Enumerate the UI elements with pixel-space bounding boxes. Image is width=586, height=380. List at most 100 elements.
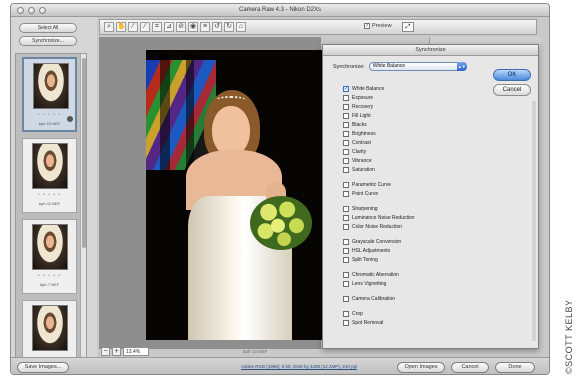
preview-toggle[interactable]: ✓ Preview [364, 23, 392, 29]
retouch-tool-icon[interactable]: ⊘ [176, 22, 186, 32]
preferences-icon[interactable]: ≡ [200, 22, 210, 32]
checkbox-luminance-noise-reduction[interactable]: Luminance Noise Reduction [343, 215, 415, 221]
checkbox-label: Camera Calibration [352, 296, 396, 302]
scrollbar-thumb[interactable] [82, 58, 86, 248]
checkbox-label: Crop [352, 311, 363, 317]
checkbox-clarity[interactable]: Clarity [343, 149, 366, 155]
zoom-window-icon[interactable] [39, 7, 46, 14]
checkbox[interactable] [343, 224, 349, 230]
checkbox-chromatic-aberration[interactable]: Chromatic Aberration [343, 272, 399, 278]
zoom-tool-icon[interactable]: ⌕ [104, 22, 114, 32]
checkbox[interactable] [343, 113, 349, 119]
checkbox[interactable] [343, 131, 349, 137]
rotate-left-icon[interactable]: ↺ [212, 22, 222, 32]
checkbox[interactable]: ✓ [343, 86, 349, 92]
checkbox[interactable] [343, 248, 349, 254]
checkbox[interactable] [343, 182, 349, 188]
cancel-button[interactable]: Cancel [451, 362, 489, 373]
checkbox-lens-vignetting[interactable]: Lens Vignetting [343, 281, 386, 287]
checkbox-spot-removal[interactable]: Spot Removal [343, 320, 383, 326]
checkbox-label: Parametric Curve [352, 182, 391, 188]
minimize-window-icon[interactable] [28, 7, 35, 14]
checkbox[interactable] [343, 167, 349, 173]
preview-checkbox[interactable]: ✓ [364, 23, 370, 29]
zoom-out-button[interactable]: − [101, 347, 110, 356]
tool-bar: ⌕ ✋ ⁄ ⁄ ⌗ ⊿ ⊘ ◉ ≡ ↺ ↻ ⌂ ✓ Preview ⤢ [99, 19, 537, 35]
checkbox-crop[interactable]: Crop [343, 311, 363, 317]
checkbox[interactable] [343, 104, 349, 110]
checkbox-parametric-curve[interactable]: Parametric Curve [343, 182, 391, 188]
checkbox-color-noise-reduction[interactable]: Color Noise Reduction [343, 224, 402, 230]
checkbox-white-balance[interactable]: ✓ White Balance [343, 86, 384, 92]
color-sampler-tool-icon[interactable]: ⁄ [140, 22, 150, 32]
checkbox-sharpening[interactable]: Sharpening [343, 206, 378, 212]
open-images-button[interactable]: Open Images [397, 362, 445, 373]
close-window-icon[interactable] [17, 7, 24, 14]
checkbox-point-curve[interactable]: Point Curve [343, 191, 378, 197]
zoom-in-button[interactable]: + [112, 347, 121, 356]
checkbox-grayscale-conversion[interactable]: Grayscale Conversion [343, 239, 401, 245]
window-controls [17, 7, 46, 14]
checkbox-camera-calibration[interactable]: Camera Calibration [343, 296, 395, 302]
checkbox[interactable] [343, 257, 349, 263]
red-eye-tool-icon[interactable]: ◉ [188, 22, 198, 32]
checkbox-contrast[interactable]: Contrast [343, 140, 371, 146]
thumbnail-image [32, 224, 68, 270]
done-button[interactable]: Done [495, 362, 535, 373]
checkbox[interactable] [343, 311, 349, 317]
checkbox-split-toning[interactable]: Split Toning [343, 257, 378, 263]
checkbox[interactable] [343, 272, 349, 278]
ok-button[interactable]: OK [493, 69, 531, 81]
checkbox-label: Point Curve [352, 191, 379, 197]
checkbox-hsl-adjustments[interactable]: HSL Adjustments [343, 248, 390, 254]
thumbnail[interactable]: • • • • • bph-7.NEF [22, 219, 77, 294]
save-images-button[interactable]: Save Images... [17, 362, 69, 373]
rating-stars[interactable]: • • • • • [23, 273, 76, 279]
checkbox[interactable] [343, 95, 349, 101]
trash-icon[interactable]: ⌂ [236, 22, 246, 32]
full-screen-icon[interactable]: ⤢ [402, 22, 414, 32]
straighten-tool-icon[interactable]: ⊿ [164, 22, 174, 32]
checkbox[interactable] [343, 191, 349, 197]
checkbox-recovery[interactable]: Recovery [343, 104, 373, 110]
checkbox-exposure[interactable]: Exposure [343, 95, 373, 101]
checkbox-label: Luminance Noise Reduction [352, 215, 415, 221]
checkbox[interactable] [343, 239, 349, 245]
checkbox[interactable] [343, 122, 349, 128]
synchronize-preset-value: White Balance [372, 63, 406, 69]
checkbox[interactable] [343, 296, 349, 302]
synchronize-button[interactable]: Synchronize... [19, 36, 77, 46]
rotate-right-icon[interactable]: ↻ [224, 22, 234, 32]
workflow-options-link[interactable]: Adobe RGB (1998); 8 bit; 2848 by 4288 (1… [241, 364, 357, 369]
image-preview-area[interactable] [99, 37, 324, 349]
checkbox-blacks[interactable]: Blacks [343, 122, 367, 128]
checkbox[interactable] [343, 140, 349, 146]
bottom-bar: Save Images... Adobe RGB (1998); 8 bit; … [11, 357, 549, 374]
thumbnail[interactable]: • • • • • bph-10.NEF [22, 57, 77, 132]
checkbox-label: Blacks [352, 122, 367, 128]
checkbox[interactable] [343, 215, 349, 221]
checkbox[interactable] [343, 320, 349, 326]
filmstrip[interactable]: • • • • • bph-10.NEF • • • • • bph-11.NE… [15, 53, 87, 369]
thumbnail[interactable]: • • • • • bph-11.NEF [22, 138, 77, 213]
dialog-title: Synchronize [323, 45, 538, 56]
checkbox-brightness[interactable]: Brightness [343, 131, 376, 137]
checkbox[interactable] [343, 149, 349, 155]
crop-tool-icon[interactable]: ⌗ [152, 22, 162, 32]
checkbox[interactable] [343, 158, 349, 164]
synchronize-preset-select[interactable]: White Balance ▲▼ [368, 62, 467, 71]
dialog-cancel-button[interactable]: Cancel [493, 84, 531, 96]
window-title: Camera Raw 4.3 - Nikon D2Xs [238, 7, 322, 13]
zoom-level-select[interactable]: 13.4% [123, 347, 149, 356]
checkbox-vibrance[interactable]: Vibrance [343, 158, 372, 164]
white-balance-tool-icon[interactable]: ⁄ [128, 22, 138, 32]
hand-tool-icon[interactable]: ✋ [116, 22, 126, 32]
select-all-button[interactable]: Select All [19, 23, 77, 33]
checkbox[interactable] [343, 281, 349, 287]
checkbox-saturation[interactable]: Saturation [343, 167, 375, 173]
checkbox[interactable] [343, 206, 349, 212]
rating-stars[interactable]: • • • • • [23, 192, 76, 198]
checkbox-label: Contrast [352, 140, 371, 146]
checkbox-fill-light[interactable]: Fill Light [343, 113, 371, 119]
filmstrip-scrollbar[interactable] [80, 54, 86, 368]
